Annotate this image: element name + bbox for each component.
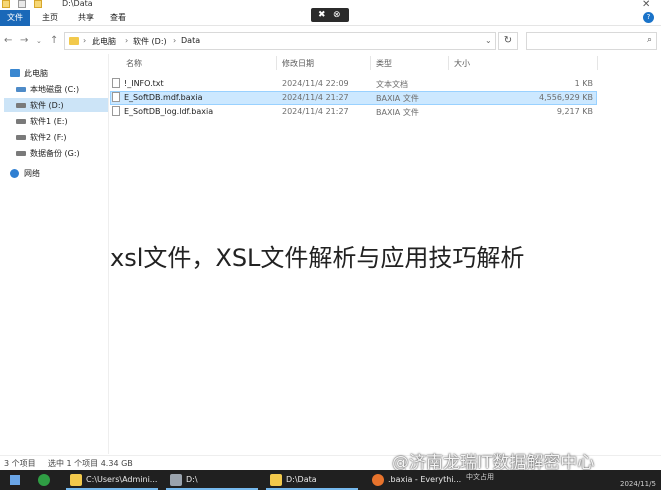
file-name: E_SoftDB.mdf.baxia: [124, 93, 203, 102]
search-input[interactable]: [531, 34, 641, 48]
chevron-down-icon[interactable]: ⌄: [485, 36, 492, 45]
chevron-right-icon[interactable]: ›: [83, 36, 86, 45]
close-overlay-icon[interactable]: ⊗: [333, 8, 341, 22]
pin-icon[interactable]: ✖: [318, 8, 326, 22]
navigation-pane: 此电脑 本地磁盘 (C:) 软件 (D:) 软件1 (E:) 软件2 (F:) …: [0, 60, 108, 456]
file-modified: 2024/11/4 22:09: [282, 79, 349, 88]
column-divider[interactable]: [597, 56, 598, 70]
file-size: 9,217 KB: [556, 107, 593, 116]
folder-icon: [69, 37, 79, 45]
tray-status: 中文占用: [466, 473, 494, 481]
sidebar-item-label: 软件 (D:): [30, 101, 64, 110]
search-icon[interactable]: ⌕: [647, 35, 652, 45]
taskbar-item-everything[interactable]: .baxia - Everythi...: [388, 475, 461, 484]
taskbar-item-users[interactable]: C:\Users\Admini...: [86, 475, 157, 484]
computer-icon: [10, 69, 20, 77]
drive-icon: [16, 151, 26, 156]
item-count: 3 个项目: [4, 459, 36, 468]
screen-tool-overlay[interactable]: ✖ ⊗: [311, 8, 349, 22]
everything-search-icon[interactable]: [372, 474, 384, 486]
properties-icon[interactable]: [18, 0, 26, 8]
tab-home[interactable]: 主页: [36, 10, 64, 26]
file-type: 文本文档: [376, 80, 408, 89]
refresh-button[interactable]: ↻: [498, 32, 518, 50]
chrome-icon[interactable]: [38, 474, 50, 486]
file-modified: 2024/11/4 21:27: [282, 93, 349, 102]
file-row[interactable]: E_SoftDB_log.ldf.baxia 2024/11/4 21:27 B…: [110, 105, 597, 119]
new-folder-icon[interactable]: [34, 0, 42, 8]
forward-icon[interactable]: →: [20, 35, 28, 46]
column-divider[interactable]: [448, 56, 449, 70]
folder-icon: [2, 0, 10, 8]
sidebar-item-drive-e[interactable]: 软件1 (E:): [4, 114, 108, 128]
sidebar-item-network[interactable]: 网络: [4, 166, 108, 180]
tab-view[interactable]: 查看: [104, 10, 132, 26]
file-icon: [112, 106, 120, 116]
breadcrumb-this-pc[interactable]: 此电脑: [92, 36, 116, 47]
file-size: 1 KB: [574, 79, 593, 88]
folder-icon[interactable]: [270, 474, 282, 486]
sidebar-item-label: 网络: [24, 169, 40, 178]
column-header-type[interactable]: 类型: [376, 58, 392, 69]
sidebar-item-label: 此电脑: [24, 69, 48, 78]
drive-icon[interactable]: [170, 474, 182, 486]
file-row-selected[interactable]: E_SoftDB.mdf.baxia 2024/11/4 21:27 BAXIA…: [110, 91, 597, 105]
chevron-right-icon[interactable]: ›: [125, 36, 128, 45]
sidebar-item-drive-f[interactable]: 软件2 (F:): [4, 130, 108, 144]
sidebar-item-label: 数据备份 (G:): [30, 149, 80, 158]
address-bar-row: ← → ⌄ ↑ › 此电脑 › 软件 (D:) › Data ⌄ ↻ ⌕: [0, 30, 661, 52]
windows-start-icon[interactable]: [10, 475, 20, 485]
file-row[interactable]: !_INFO.txt 2024/11/4 22:09 文本文档 1 KB: [110, 77, 597, 91]
help-icon[interactable]: ?: [643, 12, 654, 23]
column-header-modified[interactable]: 修改日期: [282, 58, 314, 69]
text-file-icon: [112, 78, 120, 88]
drive-icon: [16, 119, 26, 124]
pane-divider[interactable]: [108, 54, 109, 454]
close-icon[interactable]: ✕: [642, 0, 650, 10]
breadcrumb-drive-d[interactable]: 软件 (D:): [133, 36, 167, 47]
column-divider[interactable]: [370, 56, 371, 70]
drive-icon: [16, 103, 26, 108]
folder-icon[interactable]: [70, 474, 82, 486]
file-size: 4,556,929 KB: [539, 93, 593, 102]
taskbar: C:\Users\Admini... D:\ D:\Data .baxia - …: [0, 470, 661, 490]
selection-info: 选中 1 个项目 4.34 GB: [48, 459, 133, 468]
sidebar-item-drive-d[interactable]: 软件 (D:): [4, 98, 108, 112]
sidebar-item-label: 软件1 (E:): [30, 117, 68, 126]
chevron-right-icon[interactable]: ›: [173, 36, 176, 45]
file-type: BAXIA 文件: [376, 94, 419, 103]
address-box[interactable]: › 此电脑 › 软件 (D:) › Data ⌄: [64, 32, 496, 50]
sidebar-item-drive-c[interactable]: 本地磁盘 (C:): [4, 82, 108, 96]
breadcrumb-data[interactable]: Data: [181, 36, 200, 45]
taskbar-item-drive-d[interactable]: D:\: [186, 475, 198, 484]
column-header-size[interactable]: 大小: [454, 58, 470, 69]
recent-dropdown-icon[interactable]: ⌄: [36, 37, 42, 45]
file-name: E_SoftDB_log.ldf.baxia: [124, 107, 214, 116]
network-icon: [10, 169, 19, 178]
drive-icon: [16, 135, 26, 140]
file-icon: [112, 92, 120, 102]
file-type: BAXIA 文件: [376, 108, 419, 117]
column-divider[interactable]: [276, 56, 277, 70]
sidebar-item-drive-g[interactable]: 数据备份 (G:): [4, 146, 108, 160]
column-header-name[interactable]: 名称: [126, 58, 142, 69]
file-name: !_INFO.txt: [124, 79, 164, 88]
file-modified: 2024/11/4 21:27: [282, 107, 349, 116]
search-box[interactable]: ⌕: [526, 32, 657, 50]
back-icon[interactable]: ←: [4, 35, 12, 46]
article-title-overlay: xsl文件，XSL文件解析与应用技巧解析: [110, 244, 525, 272]
sidebar-item-label: 本地磁盘 (C:): [30, 85, 80, 94]
sidebar-item-label: 软件2 (F:): [30, 133, 67, 142]
up-icon[interactable]: ↑: [50, 35, 58, 46]
tray-date: 2024/11/5: [620, 480, 656, 488]
taskbar-item-data[interactable]: D:\Data: [286, 475, 317, 484]
tab-file[interactable]: 文件: [0, 10, 30, 26]
sidebar-item-this-pc[interactable]: 此电脑: [4, 66, 108, 80]
tab-share[interactable]: 共享: [72, 10, 100, 26]
system-drive-icon: [16, 87, 26, 92]
window-title: D:\Data: [62, 0, 93, 8]
